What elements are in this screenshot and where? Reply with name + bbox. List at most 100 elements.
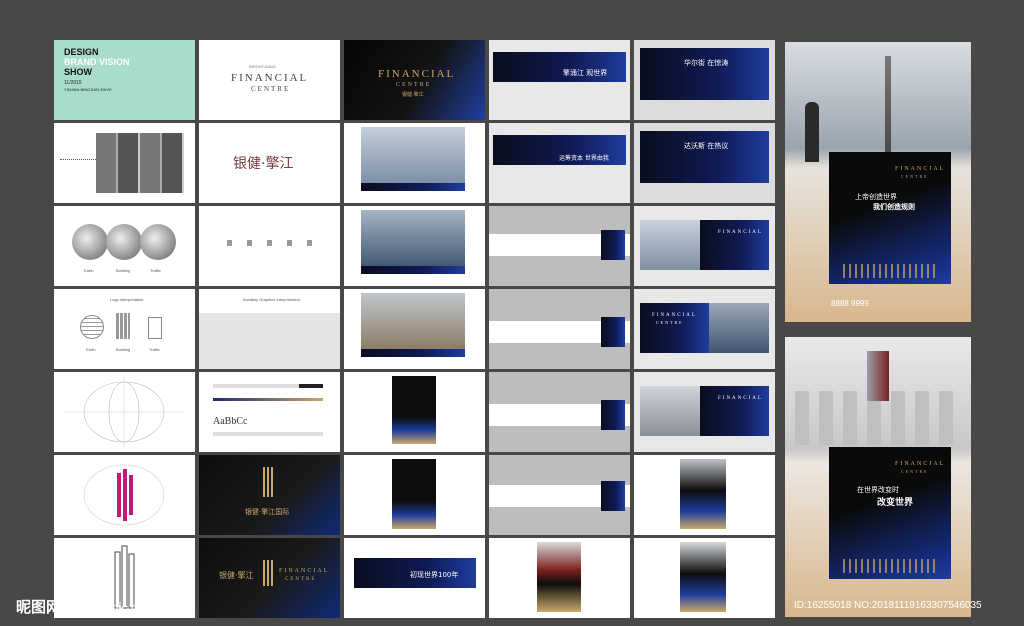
earth-circle (72, 224, 108, 260)
financial-logo-tile[interactable]: BRIGHTJIANG FINANCIAL CENTRE (199, 40, 340, 120)
banner-tile-4b[interactable]: 运筹资本 世界由我 (489, 123, 630, 203)
billboard-tile-1[interactable] (344, 123, 485, 203)
poster-tile-1[interactable] (344, 372, 485, 452)
dark-logo-tile-1[interactable]: 银健·擎江国际 (199, 455, 340, 535)
banner-tile-5a[interactable]: 华尔街 在惊涛 (634, 40, 775, 120)
skyscraper-shape (885, 56, 891, 166)
aux-graphics-tile[interactable]: Auxiliary Graphics Interpretation (199, 289, 340, 369)
logo-cn-2: 银健·擎江 (219, 571, 254, 580)
banner-4b-text: 运筹资本 世界由我 (559, 155, 609, 162)
col3-financial: FINANCIAL (378, 68, 456, 80)
banner-5e-photo (640, 386, 700, 436)
col3-cn: 银健·擎江 (402, 92, 424, 98)
poster-1-phone: 8888 9999 (831, 299, 869, 308)
poster-tile-2[interactable] (344, 455, 485, 535)
hoarding-tile-1[interactable] (489, 206, 630, 286)
poster-tile-4[interactable] (634, 455, 775, 535)
traffic-circle (140, 224, 176, 260)
poster-1-line1: 上帝创造世界 (855, 193, 897, 201)
poster-2-line2: 改变世界 (877, 498, 914, 508)
type-sample: AaBbCc (213, 416, 248, 427)
building-icon (116, 313, 130, 339)
hoarding-tile-2[interactable] (489, 289, 630, 369)
skyline-gold (843, 264, 939, 278)
poster-3 (537, 542, 581, 612)
wireframe-tile[interactable] (54, 372, 195, 452)
poster-2 (392, 459, 436, 529)
businessman-figure (805, 102, 819, 162)
aux-title: Auxiliary Graphics Interpretation (243, 297, 300, 302)
hoarding-4-end (601, 481, 625, 511)
glass-towers (867, 351, 889, 401)
banner-tile-5e[interactable]: FINANCIAL (634, 372, 775, 452)
gradient-bar (213, 398, 323, 401)
wireframe-graphic (64, 377, 184, 447)
photo-grid-tile[interactable] (54, 123, 195, 203)
billboard-tile-3[interactable] (344, 289, 485, 369)
banner-4a-text: 擎涌江 观世界 (563, 69, 608, 77)
color-bar-dark (299, 384, 323, 388)
hoarding-tile-4[interactable] (489, 455, 630, 535)
hoarding-3-end (601, 400, 625, 430)
poster-4 (680, 459, 726, 529)
cover-title-3: SHOW (64, 67, 92, 77)
icons-tile[interactable]: Earth Building Traffic (54, 206, 195, 286)
banner-5a-text: 华尔街 在惊涛 (684, 59, 729, 67)
banner-5b-bar (640, 131, 769, 183)
large-poster-1[interactable]: FINANCIAL CENTRE 上帝创造世界 我们创造规则 8888 9999 (785, 42, 971, 322)
large-poster-2[interactable]: FINANCIAL CENTRE 在世界改变时 改变世界 (785, 337, 971, 617)
label-building-2: Building (116, 347, 131, 352)
logo-interpretation-tile[interactable]: Logo interpretation Earth Building Traff… (54, 289, 195, 369)
dark-financial-tile[interactable]: FINANCIAL CENTRE 银健·擎江 (344, 40, 485, 120)
label-traffic: Traffic (150, 268, 161, 273)
aux-icon-row (227, 240, 315, 246)
banner-100-text: 初现世界100年 (410, 571, 459, 579)
brand-cover-tile[interactable]: DESIGN BRAND VISION SHOW 11/2015 YINJIAN… (54, 40, 195, 120)
poster-tile-5[interactable] (634, 538, 775, 618)
label-earth-2: Earth (86, 347, 96, 352)
poster-1-centre: CENTRE (901, 174, 929, 179)
hoarding-tile-3[interactable] (489, 372, 630, 452)
aux-grey-band (199, 313, 340, 369)
billboard-photo-2 (361, 210, 465, 268)
brand-cn-tile[interactable]: 银健·擎江 (199, 123, 340, 203)
dotted-line (60, 159, 96, 160)
label-building: Building (116, 268, 131, 273)
magenta-logo-tile[interactable] (54, 455, 195, 535)
banner-5c-bar (700, 220, 769, 270)
label-earth: Earth (84, 268, 94, 273)
banner-5d-centre: CENTRE (656, 320, 684, 325)
billboard-photo-1 (361, 127, 465, 185)
banner-5c-photo (640, 220, 700, 270)
logo-interp-title: Logo interpretation (110, 297, 144, 302)
banner-5d-bar (640, 303, 709, 353)
skyline-gold-2 (843, 559, 939, 573)
poster-1-line2: 我们创造规则 (873, 203, 915, 211)
banner-5e-bar (700, 386, 769, 436)
aux-icons-tile[interactable] (199, 206, 340, 286)
banner-tile-4a[interactable]: 擎涌江 观世界 (489, 40, 630, 120)
hoarding-2-end (601, 317, 625, 347)
poster-tile-3[interactable] (489, 538, 630, 618)
dark-logo-tile-2[interactable]: 银健·擎江 FINANCIAL CENTRE (199, 538, 340, 618)
cover-byline: YINJIAN BINGJIAN ZHIYE (64, 87, 112, 92)
type-bar (213, 432, 323, 436)
magenta-logo-graphic (83, 464, 165, 526)
banner-tile-5b[interactable]: 达沃斯 在热议 (634, 123, 775, 203)
financial-text: FINANCIAL (231, 72, 309, 84)
poster-1 (392, 376, 436, 444)
watermark-logo: 昵图网 (16, 598, 62, 616)
col3-centre: CENTRE (396, 82, 432, 88)
billboard-tile-2[interactable] (344, 206, 485, 286)
banner-5a-bar (640, 48, 769, 100)
hoarding-1-end (601, 230, 625, 260)
banner-tile-5d[interactable]: FINANCIAL CENTRE (634, 289, 775, 369)
banner-tile-100[interactable]: 初现世界100年 (344, 538, 485, 618)
banner-5d-photo (709, 303, 769, 353)
globe-icon (80, 315, 104, 339)
billboard-bar-1 (361, 183, 465, 191)
watermark-id: ID:16255018 NO:20181119163307546035 (794, 600, 982, 611)
typography-tile[interactable]: AaBbCc (199, 372, 340, 452)
banner-tile-5c[interactable]: FINANCIAL (634, 206, 775, 286)
watermark-site: www.nipic.com (70, 600, 156, 615)
